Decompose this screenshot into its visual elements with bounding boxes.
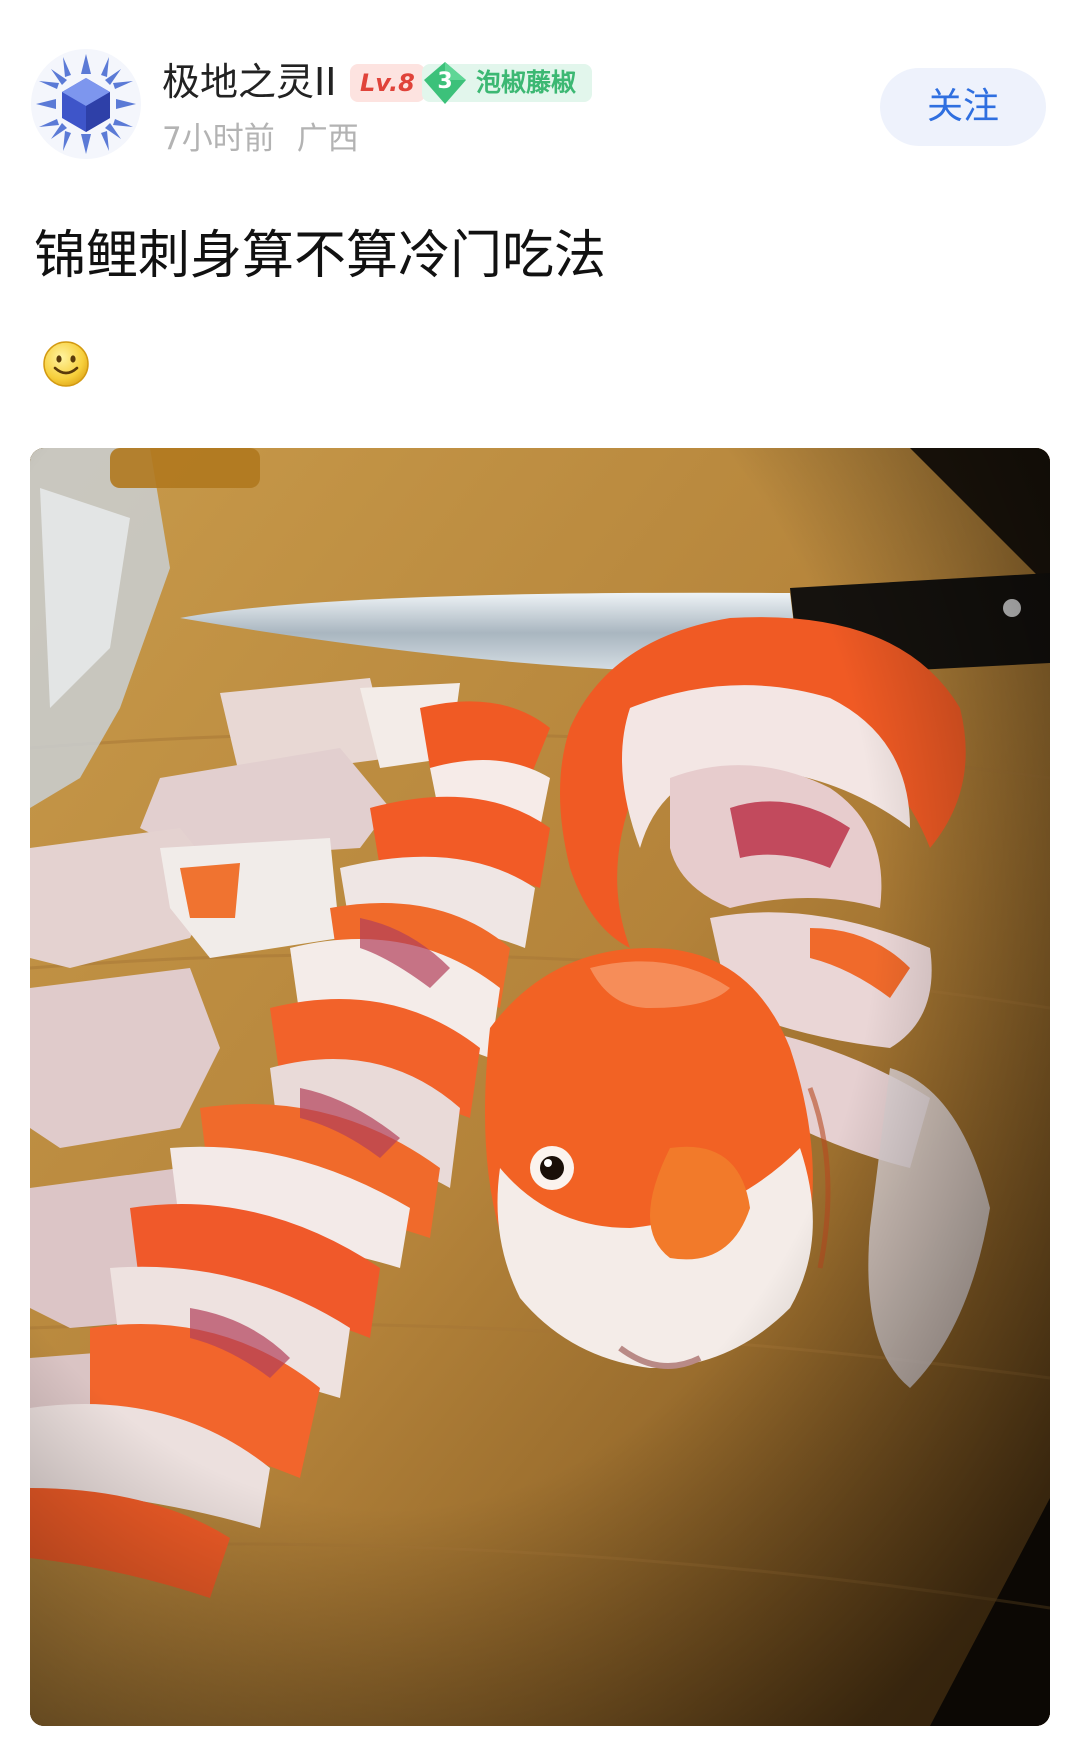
circle-level: 3 bbox=[437, 69, 453, 94]
gem-icon: 3 bbox=[422, 60, 468, 106]
post-location: 广西 bbox=[296, 121, 359, 157]
post-time: 7小时前 bbox=[162, 121, 275, 157]
post-title: 锦鲤刺身算不算冷门吃法 bbox=[34, 226, 607, 286]
level-badge: Lv.8 bbox=[350, 64, 425, 102]
smiling-face-emoji-icon bbox=[42, 340, 90, 388]
post-photo[interactable] bbox=[30, 448, 1050, 1726]
user-name[interactable]: 极地之灵II bbox=[162, 58, 336, 106]
avatar[interactable] bbox=[30, 48, 142, 160]
post-meta: 7小时前 广西 bbox=[162, 118, 359, 160]
follow-button[interactable]: 关注 bbox=[880, 68, 1046, 146]
